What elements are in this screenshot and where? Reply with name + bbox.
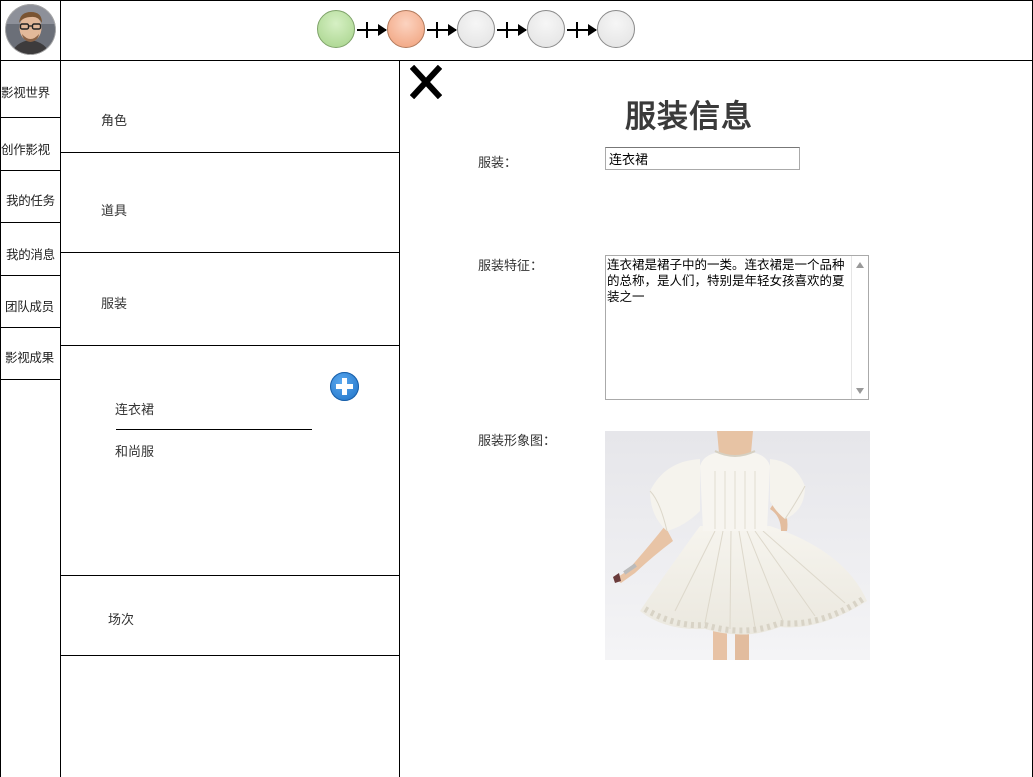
user-avatar-image xyxy=(5,4,56,55)
costume-list-item[interactable]: 和尚服 xyxy=(115,441,154,460)
costume-feature-textarea[interactable]: 连衣裙是裙子中的一类。连衣裙是一个品种的总称，是人们，特别是年轻女孩喜欢的夏装之… xyxy=(605,255,869,400)
step-arrow-icon xyxy=(497,24,527,36)
costume-list-item[interactable]: 连衣裙 xyxy=(115,399,154,418)
step-arrow-icon xyxy=(357,24,387,36)
nav-item-create-film[interactable]: 创作影视 xyxy=(1,139,60,158)
header-divider xyxy=(0,60,1033,61)
close-icon[interactable] xyxy=(409,64,443,100)
nav-separator xyxy=(0,170,60,171)
category-separator xyxy=(60,575,400,576)
page-title: 服装信息 xyxy=(625,99,753,135)
step-arrow-icon xyxy=(567,24,597,36)
nav-separator xyxy=(0,275,60,276)
scroll-up-icon[interactable] xyxy=(856,262,864,268)
nav-item-my-tasks[interactable]: 我的任务 xyxy=(6,190,65,209)
avatar[interactable] xyxy=(5,4,56,55)
progress-step-4[interactable] xyxy=(527,10,565,48)
costume-label: 服装： xyxy=(478,156,518,171)
nav-item-film-world[interactable]: 影视世界 xyxy=(1,82,60,101)
textarea-scrollbar[interactable] xyxy=(851,256,868,399)
category-separator xyxy=(60,345,400,346)
step-arrow-icon xyxy=(427,24,457,36)
add-costume-button[interactable] xyxy=(330,372,359,401)
progress-step-2[interactable] xyxy=(387,10,425,48)
costume-image xyxy=(605,431,870,660)
feature-label: 服装特征： xyxy=(478,259,544,274)
nav-item-film-results[interactable]: 影视成果 xyxy=(5,347,64,366)
category-separator xyxy=(60,152,400,153)
top-border xyxy=(0,0,1033,1)
category-costume[interactable]: 服装 xyxy=(101,293,127,312)
category-separator xyxy=(60,252,400,253)
scroll-down-icon[interactable] xyxy=(856,388,864,394)
category-props[interactable]: 道具 xyxy=(101,200,127,219)
nav-separator xyxy=(0,117,60,118)
costume-image-label: 服装形象图： xyxy=(478,434,557,449)
progress-step-3[interactable] xyxy=(457,10,495,48)
category-scene[interactable]: 场次 xyxy=(108,609,134,628)
nav-divider xyxy=(60,0,61,777)
category-separator xyxy=(60,655,400,656)
progress-step-5[interactable] xyxy=(597,10,635,48)
list-item-underline xyxy=(116,429,312,430)
nav-item-my-messages[interactable]: 我的消息 xyxy=(6,244,65,263)
panel-divider xyxy=(399,60,400,777)
costume-name-field[interactable] xyxy=(605,147,800,170)
nav-separator xyxy=(0,222,60,223)
nav-separator xyxy=(0,327,60,328)
progress-step-1[interactable] xyxy=(317,10,355,48)
nav-separator xyxy=(0,379,60,380)
category-role[interactable]: 角色 xyxy=(101,110,127,129)
nav-item-team-members[interactable]: 团队成员 xyxy=(5,296,64,315)
costume-feature-text: 连衣裙是裙子中的一类。连衣裙是一个品种的总称，是人们，特别是年轻女孩喜欢的夏装之… xyxy=(607,257,845,304)
